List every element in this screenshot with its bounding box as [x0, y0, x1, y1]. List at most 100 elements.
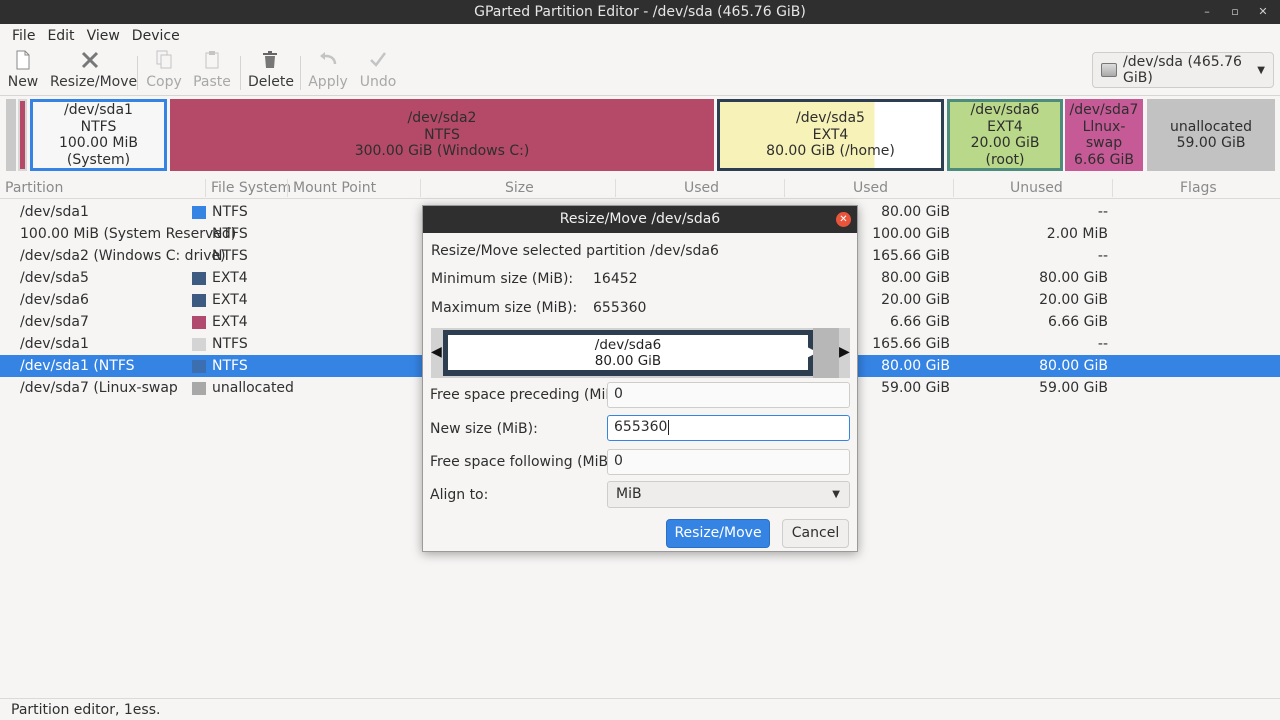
menu-edit[interactable]: Edit [41, 28, 80, 44]
column-divider [420, 179, 421, 197]
cell-fs: EXT4 [212, 292, 248, 308]
copy-button[interactable]: Copy [146, 50, 182, 94]
status-bar: Partition editor, 1ess. [0, 698, 1280, 720]
resize-move-label: Resize/Move [50, 74, 138, 90]
cell-fs: NTFS [212, 358, 248, 374]
column-unused[interactable]: Unused [1010, 180, 1063, 196]
new-size-input[interactable]: 655360 [607, 415, 850, 441]
cell-unused: 2.00 MiB [1046, 226, 1108, 242]
cell-used: 165.66 GiB [872, 248, 950, 264]
column-divider [784, 179, 785, 197]
delete-button[interactable]: Delete [248, 50, 294, 94]
free-following-input[interactable]: 0 [607, 449, 850, 475]
cell-partition: /dev/sda2 (Windows C: drive) [20, 248, 226, 264]
resize-move-dialog: Resize/Move /dev/sda6 ✕ Resize/Move sele… [422, 205, 858, 552]
min-size-value: 16452 [593, 271, 638, 287]
min-size-label: Minimum size (MiB): [431, 271, 574, 287]
resize-graphic[interactable]: ◀ /dev/sda6 80.00 GiB ▶ ▶ [431, 328, 850, 378]
menu-bar: File Edit View Device [0, 24, 1280, 48]
apply-button[interactable]: Apply [308, 50, 348, 94]
maximize-icon[interactable]: ▫ [1228, 0, 1242, 24]
cell-fs: NTFS [212, 204, 248, 220]
align-to-select[interactable]: MiB ▼ [607, 481, 850, 508]
partition-block-fs: EXT4 [812, 126, 849, 143]
free-preceding-input[interactable]: 0 [607, 382, 850, 408]
new-button[interactable]: New [6, 50, 40, 94]
fs-color-swatch [192, 206, 206, 219]
cell-partition: /dev/sda5 [20, 270, 89, 286]
cell-partition: /dev/sda6 [20, 292, 89, 308]
partition-block-unallocated[interactable]: unallocated 59.00 GiB [1147, 99, 1275, 171]
partition-block-sda6[interactable]: /dev/sda6 EXT4 20.00 GiB (root) [947, 99, 1063, 171]
new-size-label: New size (MiB): [430, 421, 538, 437]
partition-block-sda7[interactable]: /dev/sda7 Llnux-swap 6.66 GiB [1065, 99, 1143, 171]
cell-used: 80.00 GiB [881, 358, 950, 374]
column-mount-point[interactable]: Mount Point [293, 180, 376, 196]
new-size-value: 655360 [614, 419, 668, 435]
column-file-system[interactable]: File System [211, 180, 291, 196]
menu-device[interactable]: Device [126, 28, 186, 44]
checkmark-icon [358, 50, 398, 74]
cell-used: 100.00 GiB [872, 226, 950, 242]
column-used[interactable]: Used [684, 180, 719, 196]
cell-unused: -- [1097, 204, 1108, 220]
chevron-down-icon: ▼ [1257, 64, 1265, 76]
device-selector[interactable]: /dev/sda (465.76 GiB) ▼ [1092, 52, 1274, 88]
cell-partition: /dev/sda1 [20, 336, 89, 352]
status-text: Partition editor, 1ess. [11, 702, 161, 718]
free-following-value: 0 [614, 453, 623, 469]
cancel-button[interactable]: Cancel [782, 519, 849, 548]
column-divider [205, 179, 206, 197]
drag-left-arrow-icon[interactable]: ◀ [431, 344, 442, 360]
resize-partition-size: 80.00 GiB [594, 353, 662, 369]
column-flags[interactable]: Flags [1180, 180, 1217, 196]
menu-file[interactable]: File [6, 28, 41, 44]
paste-button[interactable]: Paste [192, 50, 232, 94]
cell-used: 165.66 GiB [872, 336, 950, 352]
partition-table-header: Partition File System Mount Point Size U… [0, 177, 1280, 199]
partition-block-name: unallocated [1170, 118, 1252, 135]
menu-view[interactable]: View [81, 28, 126, 44]
fs-color-swatch [192, 294, 206, 307]
partition-block-sda1[interactable]: /dev/sda1 NTFS 100.00 MiB (System) [30, 99, 167, 171]
paste-label: Paste [193, 74, 231, 90]
column-size[interactable]: Size [505, 180, 534, 196]
cell-unused: 6.66 GiB [1048, 314, 1108, 330]
column-divider [953, 179, 954, 197]
partition-map: /dev/sda1 NTFS 100.00 MiB (System) /dev/… [0, 97, 1280, 173]
cell-partition: /dev/sda1 (NTFS [20, 358, 135, 374]
drag-right-end-arrow-icon[interactable]: ▶ [839, 344, 850, 360]
cell-fs: NTFS [212, 248, 248, 264]
partition-block-fs: Llnux-swap [1082, 118, 1126, 152]
cell-fs: EXT4 [212, 270, 248, 286]
column-partition[interactable]: Partition [5, 180, 63, 196]
partition-map-edge [18, 99, 27, 171]
toolbar-separator [137, 56, 138, 90]
resize-partition-name: /dev/sda6 [594, 337, 662, 353]
fs-color-swatch [192, 338, 206, 351]
cell-partition: /dev/sda1 [20, 204, 89, 220]
partition-block-sda5[interactable]: /dev/sda5 EXT4 80.00 GiB (/home) [717, 99, 944, 171]
partition-block-sda2[interactable]: /dev/sda2 NTFS 300.00 GiB (Windows C:) [170, 99, 714, 171]
dialog-subtitle: Resize/Move selected partition /dev/sda6 [431, 243, 719, 259]
cell-unused: 20.00 GiB [1039, 292, 1108, 308]
resize-move-confirm-button[interactable]: Resize/Move [666, 519, 770, 548]
partition-block-name: /dev/sda7 [1069, 102, 1139, 118]
toolbar: New Resize/Move Copy Paste Delete Apply [0, 48, 1280, 96]
undo-button[interactable]: Undo [358, 50, 398, 94]
cell-used: 20.00 GiB [881, 292, 950, 308]
cell-unused: 80.00 GiB [1039, 358, 1108, 374]
partition-block-fs: 59.00 GiB [1176, 135, 1246, 151]
resize-partition-handle[interactable]: /dev/sda6 80.00 GiB [443, 330, 813, 376]
partition-block-fs: NTFS [424, 126, 460, 143]
fs-color-swatch [192, 382, 206, 395]
partition-block-fs: EXT4 [987, 118, 1023, 135]
resize-move-button[interactable]: Resize/Move [50, 50, 137, 94]
apply-label: Apply [308, 74, 348, 90]
close-icon[interactable]: ✕ [836, 212, 851, 227]
minimize-icon[interactable]: – [1200, 0, 1214, 24]
paste-icon [192, 50, 232, 74]
close-icon[interactable]: ✕ [1256, 0, 1270, 24]
column-used-2[interactable]: Used [853, 180, 888, 196]
partition-block-info: 300.00 GiB (Windows C:) [354, 143, 530, 160]
